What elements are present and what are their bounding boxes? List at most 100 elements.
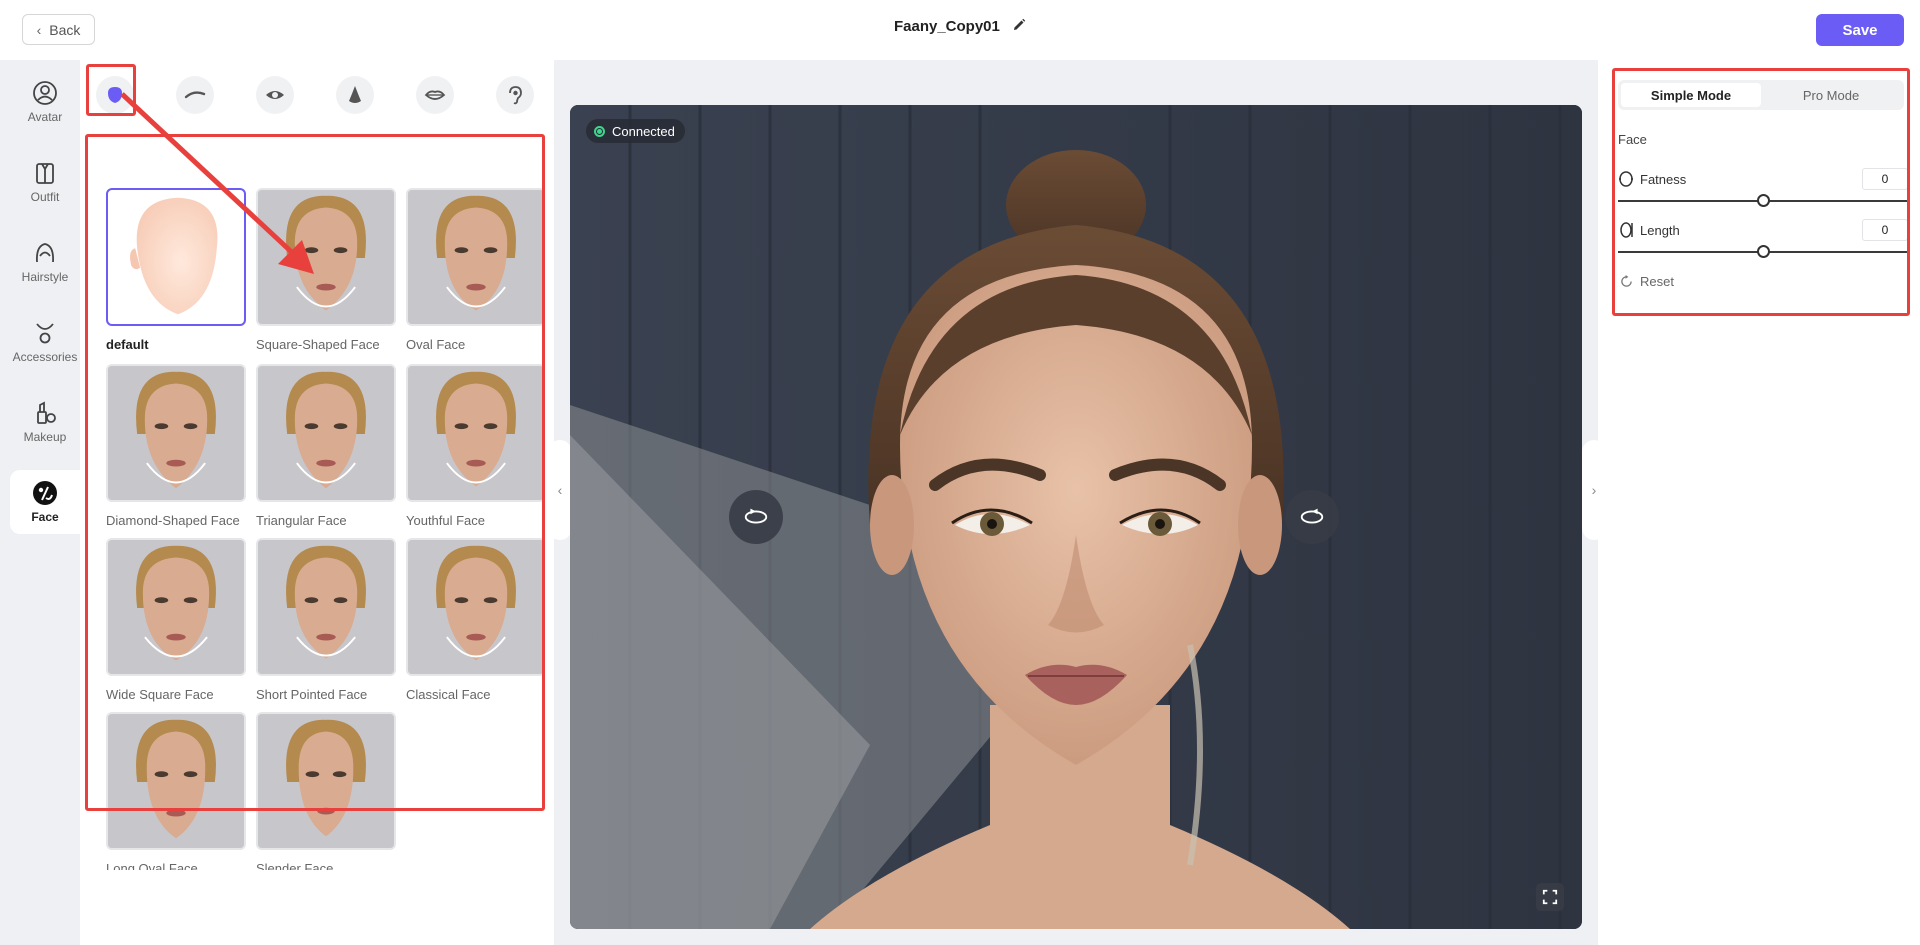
- rotate-left-button[interactable]: [729, 490, 783, 544]
- preset-label: Diamond-Shaped Face: [106, 513, 240, 528]
- preset-card[interactable]: Oval Face: [406, 188, 544, 352]
- preset-thumbnail: [106, 712, 246, 850]
- preset-thumbnail: [256, 364, 396, 502]
- preset-thumbnail: [256, 538, 396, 676]
- project-title-area: Faany_Copy01: [0, 18, 1920, 35]
- length-slider-row: Length 0: [1618, 219, 1908, 258]
- fatness-label: Fatness: [1640, 171, 1687, 187]
- preset-thumbnail: [106, 364, 246, 502]
- connected-dot-icon: [594, 125, 605, 137]
- rotate-right-button[interactable]: [1285, 490, 1339, 544]
- face-portrait-image: [108, 366, 244, 500]
- edit-pencil-icon[interactable]: [1012, 18, 1026, 32]
- simple-mode-tab[interactable]: Simple Mode: [1621, 83, 1761, 107]
- preset-thumbnail: [406, 538, 544, 676]
- face-portrait-image: [258, 714, 394, 848]
- nav-item-accessories[interactable]: Accessories: [10, 310, 80, 374]
- fullscreen-icon: [1542, 889, 1558, 905]
- preset-label: Wide Square Face: [106, 687, 214, 702]
- section-label-face: Face: [1618, 132, 1647, 147]
- preset-card[interactable]: Youthful Face: [406, 364, 544, 528]
- avatar-3d-viewport[interactable]: Connected: [570, 105, 1582, 929]
- nav-label-avatar: Avatar: [27, 110, 63, 124]
- length-slider-track[interactable]: [1618, 245, 1908, 258]
- preset-thumbnail: [256, 712, 396, 850]
- preset-label: Classical Face: [406, 687, 491, 702]
- face-portrait-image: [108, 540, 244, 674]
- length-label: Length: [1640, 222, 1680, 238]
- preset-card[interactable]: Slender Face: [256, 712, 396, 870]
- nav-item-face[interactable]: Face: [10, 470, 80, 534]
- reset-icon: [1621, 275, 1632, 287]
- nav-label-outfit: Outfit: [30, 190, 60, 204]
- preset-card[interactable]: Diamond-Shaped Face: [106, 364, 246, 528]
- nav-item-makeup[interactable]: Makeup: [10, 390, 80, 454]
- preset-thumbnail: [406, 188, 544, 326]
- preset-label: Youthful Face: [406, 513, 486, 528]
- category-ear[interactable]: [496, 76, 534, 114]
- face-portrait-image: [408, 540, 544, 674]
- save-button[interactable]: Save: [1816, 14, 1904, 46]
- face-icon: [33, 481, 57, 505]
- category-nose[interactable]: [336, 76, 374, 114]
- lips-icon: [424, 90, 446, 100]
- top-bar: ‹ Back Faany_Copy01 Save: [0, 0, 1920, 60]
- preset-label: Triangular Face: [256, 513, 347, 528]
- preset-thumbnail: [406, 364, 544, 502]
- project-title: Faany_Copy01: [893, 18, 1000, 35]
- preset-thumbnail: [106, 538, 246, 676]
- preset-label: Square-Shaped Face: [256, 337, 380, 352]
- category-lips[interactable]: [416, 76, 454, 114]
- face-portrait-image: [258, 366, 394, 500]
- preset-label: default: [106, 337, 149, 352]
- fatness-slider-track[interactable]: [1618, 194, 1908, 207]
- length-slider-handle[interactable]: [1756, 245, 1770, 258]
- makeup-icon: [37, 401, 56, 424]
- nav-item-outfit[interactable]: Outfit: [10, 150, 80, 214]
- annotation-arrow-icon: [120, 92, 314, 274]
- nav-label-face: Face: [31, 510, 59, 524]
- nav-item-avatar[interactable]: Avatar: [10, 70, 80, 134]
- face-portrait-image: [258, 540, 394, 674]
- connection-status-badge: Connected: [586, 119, 685, 143]
- reset-button[interactable]: Reset: [1620, 274, 1674, 289]
- connection-status-label: Connected: [612, 123, 675, 139]
- preset-label: Slender Face: [256, 861, 334, 870]
- collapse-left-panel-button[interactable]: ‹: [548, 440, 572, 540]
- adjustment-panel: Simple Mode Pro Mode Face Fatness 0 Leng…: [1598, 60, 1920, 945]
- preset-label: Oval Face: [406, 337, 466, 352]
- rotate-right-icon: [1300, 508, 1324, 524]
- rotate-left-icon: [744, 508, 768, 524]
- length-icon: [1620, 222, 1633, 238]
- preset-card[interactable]: Wide Square Face: [106, 538, 246, 702]
- nose-icon: [349, 86, 361, 103]
- fatness-icon: [1619, 171, 1633, 187]
- avatar-render-image: [570, 105, 1582, 929]
- nav-item-hairstyle[interactable]: Hairstyle: [10, 230, 80, 294]
- preset-card[interactable]: Short Pointed Face: [256, 538, 396, 702]
- hairstyle-icon: [36, 243, 54, 263]
- face-portrait-image: [108, 714, 244, 848]
- fatness-value-input[interactable]: 0: [1862, 168, 1908, 190]
- preset-card[interactable]: Triangular Face: [256, 364, 396, 528]
- length-value-input[interactable]: 0: [1862, 219, 1908, 241]
- face-preset-panel: default Square-Shaped Face Oval Face Dia…: [80, 60, 554, 945]
- fullscreen-button[interactable]: [1536, 883, 1564, 911]
- nav-label-hairstyle: Hairstyle: [21, 270, 69, 284]
- left-navigation: Avatar Outfit Hairstyle Accessories Make…: [0, 60, 80, 945]
- mode-toggle: Simple Mode Pro Mode: [1618, 80, 1904, 110]
- preset-label: Long Oval Face: [106, 861, 198, 870]
- reset-label: Reset: [1640, 274, 1674, 289]
- fatness-slider-handle[interactable]: [1756, 194, 1770, 207]
- preset-card[interactable]: Classical Face: [406, 538, 544, 702]
- outfit-icon: [36, 163, 54, 184]
- nav-label-makeup: Makeup: [23, 430, 67, 444]
- fatness-slider-row: Fatness 0: [1618, 168, 1908, 207]
- nav-label-accessories: Accessories: [12, 350, 78, 364]
- face-portrait-image: [408, 366, 544, 500]
- pro-mode-tab[interactable]: Pro Mode: [1761, 83, 1901, 107]
- accessories-icon: [36, 323, 54, 344]
- preset-label: Short Pointed Face: [256, 687, 368, 702]
- ear-icon: [509, 86, 522, 105]
- preset-card[interactable]: Long Oval Face: [106, 712, 246, 870]
